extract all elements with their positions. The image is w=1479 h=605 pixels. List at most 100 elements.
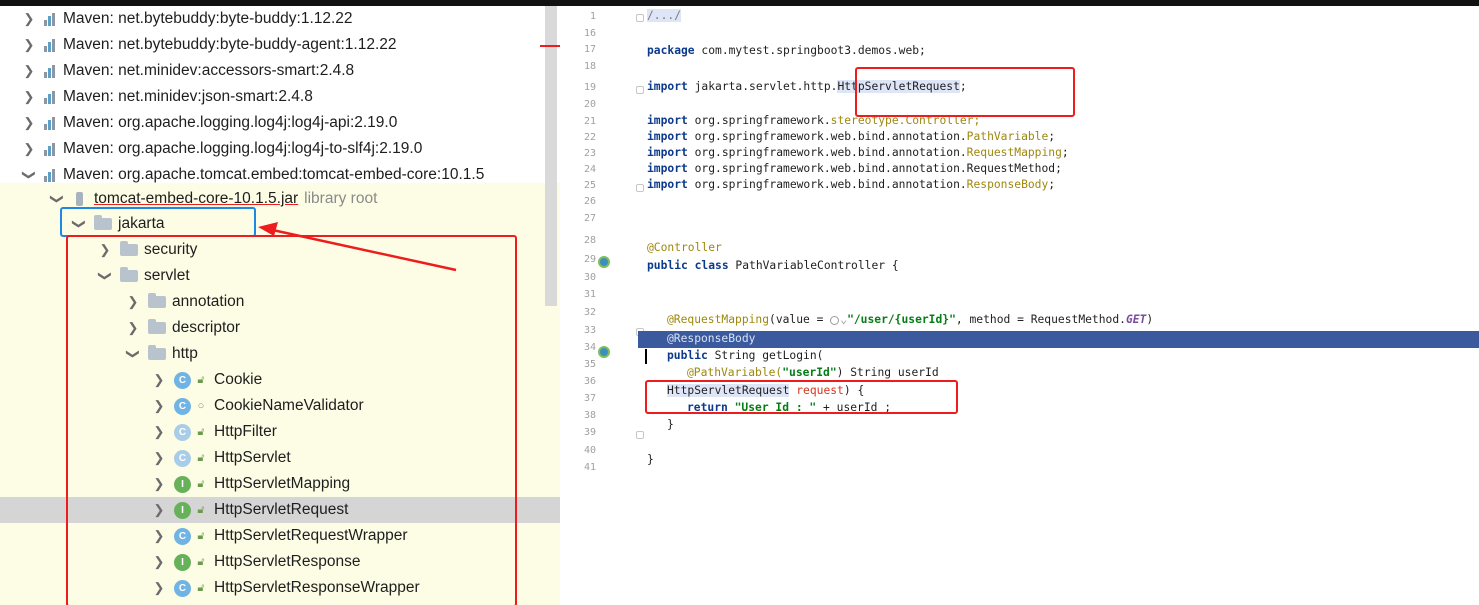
code-line-import: import org.springframework.web.bind.anno… bbox=[647, 130, 1055, 143]
line-number: 32 bbox=[583, 307, 596, 318]
spring-bean-gutter-icon[interactable] bbox=[598, 256, 610, 268]
import-class: PathVariable bbox=[966, 130, 1049, 143]
semicolon: ; bbox=[1061, 146, 1069, 159]
code-text: ) bbox=[1146, 313, 1154, 326]
line-number: 31 bbox=[583, 289, 596, 300]
line-number: 28 bbox=[583, 235, 596, 246]
tree-item-label: Maven: net.minidev:accessors-smart:2.4.8 bbox=[63, 62, 355, 79]
line-number: 40 bbox=[583, 445, 596, 456]
semicolon: ; bbox=[1055, 162, 1062, 175]
text-caret bbox=[645, 349, 647, 364]
code-line-controller-annotation: @Controller bbox=[647, 241, 722, 254]
tree-item-label: tomcat-embed-core-10.1.5.jar bbox=[94, 190, 299, 207]
tree-item-library[interactable]: ❯ Maven: net.minidev:json-smart:2.4.8 bbox=[0, 84, 560, 110]
import-path: org.springframework.web.bind.annotation. bbox=[687, 146, 967, 159]
line-number: 36 bbox=[583, 376, 596, 387]
chevron-right-icon[interactable]: ❯ bbox=[22, 141, 36, 157]
tree-item-library[interactable]: ❯ Maven: net.bytebuddy:byte-buddy:1.12.2… bbox=[0, 6, 560, 32]
code-line-path-variable: @PathVariable("userId") String userId bbox=[687, 366, 939, 379]
chevron-right-icon[interactable]: ❯ bbox=[22, 89, 36, 105]
line-number: 26 bbox=[583, 196, 596, 207]
annotation-box-tree bbox=[66, 235, 517, 605]
code-line-import: import org.springframework.web.bind.anno… bbox=[647, 178, 1055, 191]
chevron-right-icon[interactable]: ❯ bbox=[22, 11, 36, 27]
code-line-package: package com.mytest.springboot3.demos.web… bbox=[647, 44, 926, 57]
library-icon bbox=[44, 168, 60, 182]
editor-gutter bbox=[560, 6, 638, 605]
import-path: org.springframework.web.bind.annotation. bbox=[687, 162, 967, 175]
line-number: 41 bbox=[583, 462, 596, 473]
import-class: ResponseBody bbox=[966, 178, 1049, 191]
import-path: org.springframework.web.bind.annotation. bbox=[687, 178, 967, 191]
import-path: jakarta.servlet.http. bbox=[687, 80, 838, 93]
tree-item-label: Maven: org.apache.tomcat.embed:tomcat-em… bbox=[63, 166, 485, 183]
spring-mapping-gutter-icon[interactable] bbox=[598, 346, 610, 358]
fold-marker-icon[interactable] bbox=[636, 86, 644, 94]
line-number: 21 bbox=[583, 116, 596, 127]
keyword: import bbox=[647, 178, 688, 191]
keyword: public class bbox=[647, 259, 729, 272]
code-text: ) String userId bbox=[836, 366, 939, 379]
jar-icon bbox=[72, 191, 88, 207]
import-class: RequestMapping bbox=[966, 146, 1062, 159]
keyword: import bbox=[647, 80, 688, 93]
folded-comment[interactable]: /.../ bbox=[647, 9, 682, 22]
line-number: 38 bbox=[583, 410, 596, 421]
chevron-right-icon[interactable]: ❯ bbox=[22, 115, 36, 131]
tree-item-library[interactable]: ❯ Maven: org.apache.tomcat.embed:tomcat-… bbox=[0, 162, 560, 188]
line-number: 30 bbox=[583, 272, 596, 283]
annotation: @Controller bbox=[647, 241, 722, 254]
tree-item-library[interactable]: ❯ Maven: net.bytebuddy:byte-buddy-agent:… bbox=[0, 32, 560, 58]
package-name: com.mytest.springboot3.demos.web; bbox=[694, 44, 926, 57]
enum-constant: GET bbox=[1125, 313, 1147, 326]
string-literal: "userId" bbox=[782, 366, 837, 379]
line-number: 37 bbox=[583, 393, 596, 404]
code-line-class-declaration: public class PathVariableController { bbox=[647, 259, 899, 272]
line-number: 16 bbox=[583, 28, 596, 39]
closing-brace: } bbox=[647, 453, 654, 466]
code-line-request-mapping: @RequestMapping(value = ⌄"/user/{userId}… bbox=[667, 313, 1153, 326]
line-number: 22 bbox=[583, 132, 596, 143]
tree-item-label: Maven: net.minidev:json-smart:2.4.8 bbox=[63, 88, 313, 105]
line-number: 18 bbox=[583, 61, 596, 72]
keyword: import bbox=[647, 114, 688, 127]
fold-marker-icon[interactable] bbox=[636, 184, 644, 192]
selected-code-line[interactable]: @ResponseBody bbox=[638, 331, 1479, 348]
code-line-class-close: } bbox=[647, 453, 654, 466]
line-number: 25 bbox=[583, 180, 596, 191]
string-literal: "/user/{userId}" bbox=[847, 313, 956, 326]
keyword: package bbox=[647, 44, 695, 57]
tree-item-label: Maven: org.apache.logging.log4j:log4j-ap… bbox=[63, 114, 398, 131]
chevron-right-icon[interactable]: ❯ bbox=[22, 37, 36, 53]
annotation: @ResponseBody bbox=[667, 332, 756, 345]
chevron-down-icon[interactable]: ❯ bbox=[21, 168, 37, 182]
keyword: public bbox=[667, 349, 708, 362]
fold-marker-icon[interactable] bbox=[636, 14, 644, 22]
line-number: 23 bbox=[583, 148, 596, 159]
line-number: 1 bbox=[589, 11, 596, 22]
fold-marker-icon[interactable] bbox=[636, 431, 644, 439]
library-icon bbox=[44, 12, 60, 26]
library-icon bbox=[44, 142, 60, 156]
code-line-import: import org.springframework.web.bind.anno… bbox=[647, 146, 1069, 159]
chevron-right-icon[interactable]: ❯ bbox=[22, 63, 36, 79]
import-class: RequestMethod bbox=[966, 162, 1056, 175]
code-line-response-body: @ResponseBody bbox=[667, 332, 755, 345]
url-lens-icon[interactable] bbox=[830, 315, 840, 325]
chevron-down-icon[interactable]: ❯ bbox=[49, 192, 65, 206]
annotation: @RequestMapping bbox=[667, 313, 770, 326]
library-icon bbox=[44, 90, 60, 104]
tree-item-library[interactable]: ❯ Maven: net.minidev:accessors-smart:2.4… bbox=[0, 58, 560, 84]
closing-brace: } bbox=[667, 418, 674, 431]
method-signature: String getLogin( bbox=[707, 349, 824, 362]
tree-item-library[interactable]: ❯ Maven: org.apache.logging.log4j:log4j-… bbox=[0, 110, 560, 136]
keyword: import bbox=[647, 162, 688, 175]
keyword: import bbox=[647, 146, 688, 159]
library-icon bbox=[44, 116, 60, 130]
class-name: PathVariableController { bbox=[728, 259, 899, 272]
line-number: 39 bbox=[583, 427, 596, 438]
import-path: org.springframework. bbox=[687, 114, 831, 127]
line-number: 33 bbox=[583, 325, 596, 336]
tree-item-library[interactable]: ❯ Maven: org.apache.logging.log4j:log4j-… bbox=[0, 136, 560, 162]
semicolon: ; bbox=[1048, 130, 1056, 143]
